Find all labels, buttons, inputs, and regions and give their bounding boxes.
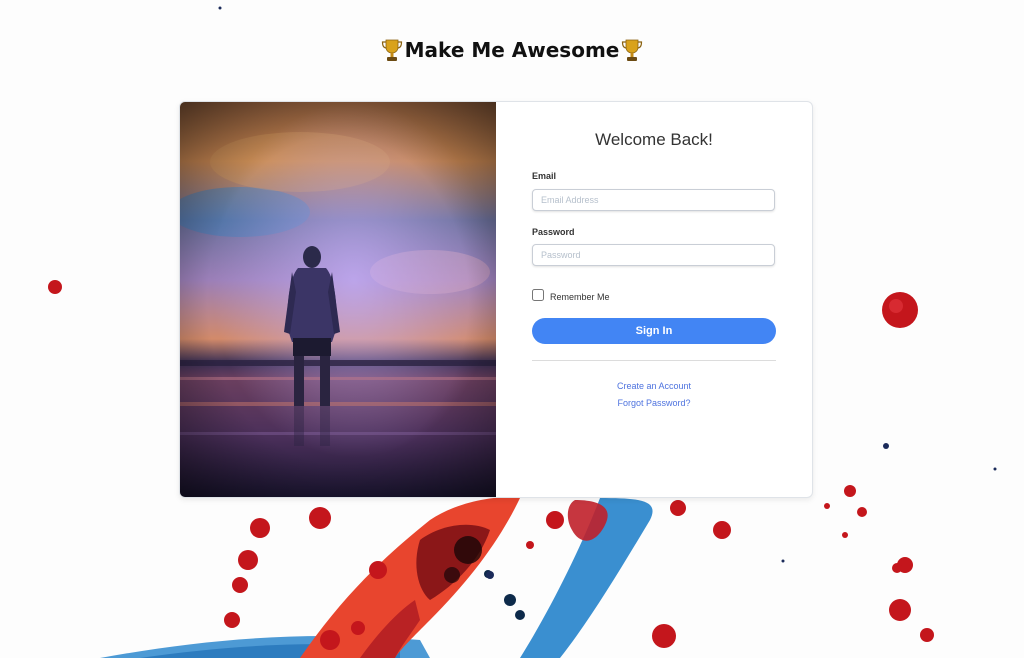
email-field[interactable]: [532, 189, 775, 211]
trophy-icon: [621, 38, 643, 62]
remember-me-row: Remember Me: [532, 288, 610, 302]
remember-me-checkbox[interactable]: [532, 289, 544, 301]
login-form: Welcome Back! Email Password Remember Me…: [496, 102, 812, 497]
login-card: Welcome Back! Email Password Remember Me…: [179, 101, 813, 498]
divider: [532, 360, 776, 361]
forgot-password-link[interactable]: Forgot Password?: [496, 398, 812, 408]
email-label: Email: [532, 171, 557, 181]
page-title: Make Me Awesome: [0, 38, 1024, 62]
remember-me-label: Remember Me: [550, 292, 610, 302]
password-field[interactable]: [532, 244, 775, 266]
password-label: Password: [532, 227, 575, 237]
login-page: Make Me Awesome Welcome Back! Email Emai…: [0, 0, 1024, 658]
create-account-link[interactable]: Create an Account: [496, 381, 812, 391]
sign-in-button[interactable]: Sign In: [532, 318, 776, 344]
trophy-icon: [381, 38, 403, 62]
welcome-heading: Welcome Back!: [595, 130, 713, 149]
app-title: Make Me Awesome: [404, 38, 620, 62]
hero-image: [180, 102, 496, 497]
